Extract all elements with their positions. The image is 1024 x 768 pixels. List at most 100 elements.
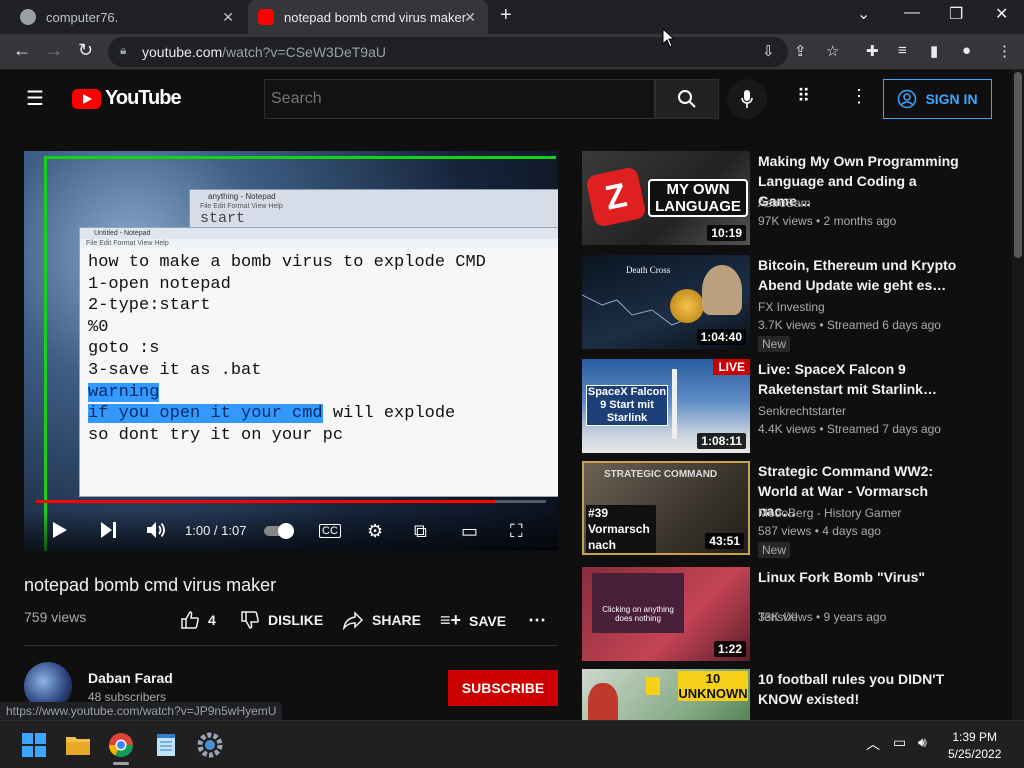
search-button[interactable] xyxy=(655,79,719,119)
video-title[interactable]: Bitcoin, Ethereum und Krypto Abend Updat… xyxy=(758,255,968,295)
captions-icon[interactable]: CC xyxy=(319,524,341,538)
notepad-line: goto :s xyxy=(88,339,160,359)
video-thumbnail[interactable]: 10 UNKNOWN xyxy=(582,669,750,720)
show-hidden-icons-icon[interactable]: ︿ xyxy=(866,734,880,754)
autoplay-toggle[interactable] xyxy=(264,523,294,539)
share-icon[interactable]: ⇪ xyxy=(794,42,807,60)
sign-in-button[interactable]: SIGN IN xyxy=(883,79,992,119)
browser-toolbar: ← → ↻ 🔒︎ youtube.com/watch?v=CSeW3DeT9aU… xyxy=(0,34,1024,70)
recommendation-item[interactable]: Clicking on anything does nothing 1:22 L… xyxy=(582,567,1012,663)
taskbar-clock[interactable]: 1:39 PM 5/25/2022 xyxy=(948,730,1001,761)
add-to-playlist-icon: ≡+ xyxy=(440,610,462,630)
back-icon[interactable]: ← xyxy=(13,40,31,61)
settings-gear-icon[interactable]: ⚙ xyxy=(367,521,383,542)
tab-computer76[interactable]: computer76. ✕ xyxy=(0,0,246,34)
video-thumbnail[interactable]: STRATEGIC COMMAND #39 Vormarsch nach Len… xyxy=(582,461,750,555)
video-meta: 587 views • 4 days ago xyxy=(758,524,881,538)
close-window-icon[interactable]: ✕ xyxy=(995,4,1008,24)
play-icon[interactable] xyxy=(52,521,68,539)
search-input[interactable] xyxy=(264,79,655,119)
miniplayer-icon[interactable]: ⧉ xyxy=(414,521,427,542)
globe-icon xyxy=(20,9,36,25)
voice-search-button[interactable] xyxy=(727,79,767,119)
recommendation-item[interactable]: STRATEGIC COMMAND #39 Vormarsch nach Len… xyxy=(582,461,1012,558)
channel-name[interactable]: AstroSam xyxy=(758,196,811,210)
fullscreen-icon[interactable]: ⛶ xyxy=(510,521,523,542)
video-thumbnail[interactable]: Clicking on anything does nothing 1:22 xyxy=(582,567,750,661)
scrollbar-thumb[interactable] xyxy=(1014,72,1022,258)
theater-mode-icon[interactable]: ▭ xyxy=(461,521,478,542)
channel-name[interactable]: Daban Farad xyxy=(88,670,173,686)
notepad-line: so dont try it on your pc xyxy=(88,425,344,445)
thumbnail-text: #39 Vormarsch nach Leningrad xyxy=(586,505,656,553)
close-tab-icon[interactable]: ✕ xyxy=(464,9,476,26)
channel-name[interactable]: FX Investing xyxy=(758,300,825,314)
account-icon xyxy=(898,89,917,109)
menu-icon[interactable]: ⋮ xyxy=(997,42,1012,60)
video-title[interactable]: Live: SpaceX Falcon 9 Raketenstart mit S… xyxy=(758,359,968,399)
install-icon[interactable]: ⇩ xyxy=(762,42,775,60)
profile-icon[interactable]: ● xyxy=(962,42,971,59)
notepad-icon[interactable] xyxy=(152,731,180,759)
media-control-icon[interactable]: ≡ xyxy=(898,42,907,59)
tab-youtube-video[interactable]: notepad bomb cmd virus maker ✕ xyxy=(248,0,488,34)
video-thumbnail[interactable]: SpaceX Falcon 9 Start mit Starlink LIVE … xyxy=(582,359,750,453)
video-thumbnail[interactable]: Z MY OWN LANGUAGE 10:19 xyxy=(582,151,750,245)
video-title[interactable]: 10 football rules you DIDN'T KNOW existe… xyxy=(758,669,968,709)
video-meta: 97K views • 2 months ago xyxy=(758,214,897,228)
tab-search-icon[interactable]: ⌄ xyxy=(857,4,870,24)
new-tab-icon[interactable]: + xyxy=(500,4,512,27)
clock-time: 1:39 PM xyxy=(952,730,998,744)
new-badge: New xyxy=(758,336,791,352)
youtube-logo[interactable]: YouTube xyxy=(72,87,182,110)
progress-bar[interactable] xyxy=(36,500,546,503)
like-button[interactable]: 4 xyxy=(180,610,216,630)
recommendation-item[interactable]: 10 UNKNOWN 10 football rules you DIDN'T … xyxy=(582,669,1012,720)
notepad-text-rest: will explode xyxy=(322,404,456,424)
video-title[interactable]: Linux Fork Bomb "Virus" xyxy=(758,567,968,587)
video-duration: 43:51 xyxy=(705,533,744,549)
settings-icon[interactable] xyxy=(196,731,224,759)
recommendation-item[interactable]: SpaceX Falcon 9 Start mit Starlink LIVE … xyxy=(582,359,1012,455)
address-bar[interactable]: 🔒︎ youtube.com/watch?v=CSeW3DeT9aU xyxy=(108,37,788,67)
logo-text: YouTube xyxy=(105,87,182,109)
apps-grid-icon[interactable]: ⠿ xyxy=(797,86,810,107)
channel-name[interactable]: Senkrechtstarter xyxy=(758,404,846,418)
video-thumbnail[interactable]: Death Cross 1:04:40 xyxy=(582,255,750,349)
video-meta: 3.7K views • Streamed 6 days ago xyxy=(758,318,941,332)
speaker-icon[interactable]: 🔊︎ xyxy=(918,734,927,751)
subscribe-button[interactable]: SUBSCRIBE xyxy=(448,670,558,706)
notepad-line: 3-save it as .bat xyxy=(88,360,262,380)
restore-icon[interactable]: ❐ xyxy=(949,4,963,24)
extensions-icon[interactable]: ✚ xyxy=(866,42,879,60)
volume-icon[interactable] xyxy=(146,521,166,539)
reload-icon[interactable]: ↻ xyxy=(78,40,93,61)
recommendation-item[interactable]: Death Cross 1:04:40 Bitcoin, Ethereum un… xyxy=(582,255,1012,352)
dislike-button[interactable]: DISLIKE xyxy=(240,610,323,630)
video-duration: 1:22 xyxy=(713,641,746,657)
lock-icon: 🔒︎ xyxy=(120,43,127,57)
thumbs-down-icon xyxy=(241,611,259,629)
share-arrow-icon xyxy=(343,611,364,630)
forward-icon[interactable]: → xyxy=(45,40,63,61)
bookmark-star-icon[interactable]: ☆ xyxy=(826,42,839,60)
recommendation-item[interactable]: Z MY OWN LANGUAGE 10:19 Making My Own Pr… xyxy=(582,151,1012,247)
network-icon[interactable]: ▭ xyxy=(893,734,906,751)
file-explorer-icon[interactable] xyxy=(64,731,92,759)
save-button[interactable]: ≡+ SAVE xyxy=(440,610,506,631)
more-actions-button[interactable]: ⋯ xyxy=(528,610,546,631)
video-title: notepad bomb cmd virus maker xyxy=(24,575,277,595)
channel-name[interactable]: MedoBerg - History Gamer xyxy=(758,506,901,520)
minimize-icon[interactable]: — xyxy=(904,4,920,22)
next-video-icon[interactable] xyxy=(100,521,118,539)
windows-start-icon[interactable] xyxy=(20,731,48,759)
settings-dots-icon[interactable]: ⋮ xyxy=(850,86,868,107)
video-player[interactable]: anything - Notepad File Edit Format View… xyxy=(24,151,558,551)
side-panel-icon[interactable]: ▮ xyxy=(930,42,938,60)
hamburger-menu-icon[interactable]: ☰ xyxy=(26,86,44,111)
share-button[interactable]: SHARE xyxy=(342,610,421,630)
new-badge: New xyxy=(758,542,791,558)
notepad-line: 2-type:start xyxy=(88,296,211,316)
chrome-icon[interactable] xyxy=(107,731,135,759)
close-tab-icon[interactable]: ✕ xyxy=(222,9,234,26)
